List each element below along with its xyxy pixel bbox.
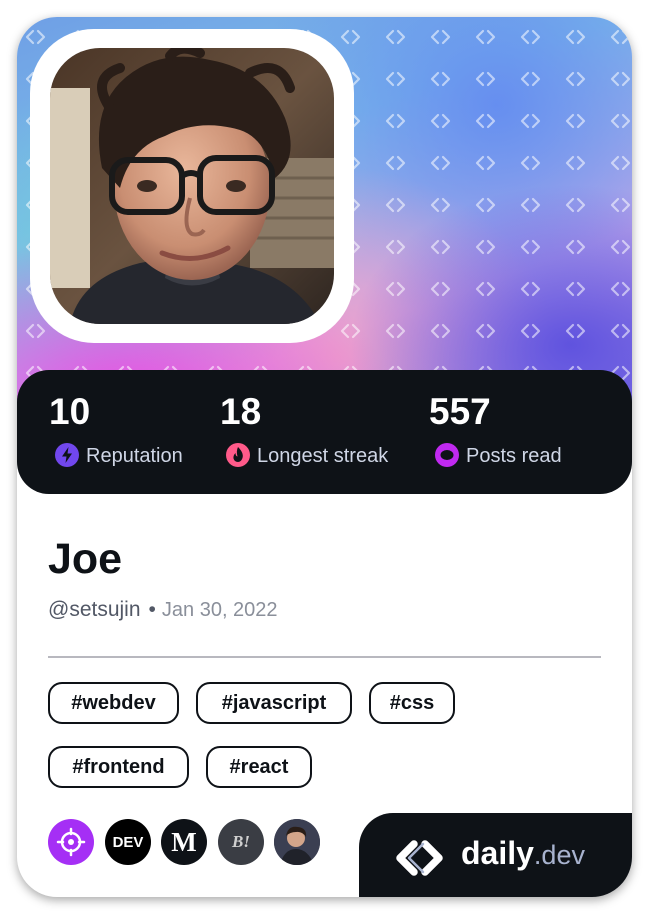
tag-react[interactable]: #react <box>206 746 312 788</box>
dev-icon-label: DEV <box>112 833 144 851</box>
stat-label: Posts read <box>466 445 562 467</box>
profile-name: Joe <box>48 535 123 583</box>
brand-footer: daily.dev <box>359 813 632 897</box>
brand-dev: .dev <box>533 840 585 870</box>
stat-label-row: Posts read <box>434 442 562 470</box>
stat-value: 10 <box>49 391 91 432</box>
avatar-frame <box>30 29 354 343</box>
brand-wordmark: daily.dev <box>461 833 585 875</box>
tag-webdev[interactable]: #webdev <box>48 682 179 724</box>
lightning-icon <box>55 442 79 467</box>
cover-background <box>17 17 632 417</box>
daily-dev-logo-icon <box>396 840 443 876</box>
tag-css[interactable]: #css <box>369 682 455 724</box>
stat-label-row: Longest streak <box>225 442 389 470</box>
medium-icon-label: M <box>171 826 197 857</box>
stat-value: 18 <box>220 391 262 432</box>
stat-label: Reputation <box>86 445 183 467</box>
mini-avatar-glyph <box>274 819 320 865</box>
profile-handle[interactable]: @setsujin <box>48 598 141 621</box>
tag-javascript[interactable]: #javascript <box>196 682 352 724</box>
flame-icon <box>226 442 250 467</box>
stat-posts-read: 557 Posts read <box>429 391 562 468</box>
stat-label: Longest streak <box>257 445 389 467</box>
medium-icon[interactable]: M <box>161 819 207 865</box>
dev-icon[interactable]: DEV <box>105 819 151 865</box>
divider <box>48 656 601 658</box>
crosshair-glyph <box>56 827 86 857</box>
brand-daily: daily <box>461 835 534 871</box>
stats-bar: 10 Reputation 18 Longest streak 557 Post… <box>17 370 632 494</box>
stat-value: 557 <box>429 391 491 432</box>
joined-date: Jan 30, 2022 <box>161 599 278 621</box>
tag-frontend[interactable]: #frontend <box>48 746 189 788</box>
avatar-portrait <box>50 48 334 324</box>
b-icon-label: B! <box>232 832 250 851</box>
profile-meta: @setsujin • Jan 30, 2022 <box>48 597 278 623</box>
avatar-source-icon[interactable] <box>274 819 320 865</box>
devcard: 10 Reputation 18 Longest streak 557 Post… <box>17 17 632 897</box>
eye-ring-icon <box>435 442 459 467</box>
b-icon[interactable]: B! <box>218 819 264 865</box>
target-icon[interactable] <box>48 819 94 865</box>
avatar[interactable] <box>50 48 334 324</box>
stat-reputation: 10 Reputation <box>49 391 183 468</box>
stat-label-row: Reputation <box>54 442 183 470</box>
meta-separator: • <box>148 598 156 621</box>
stat-streak: 18 Longest streak <box>220 391 388 468</box>
